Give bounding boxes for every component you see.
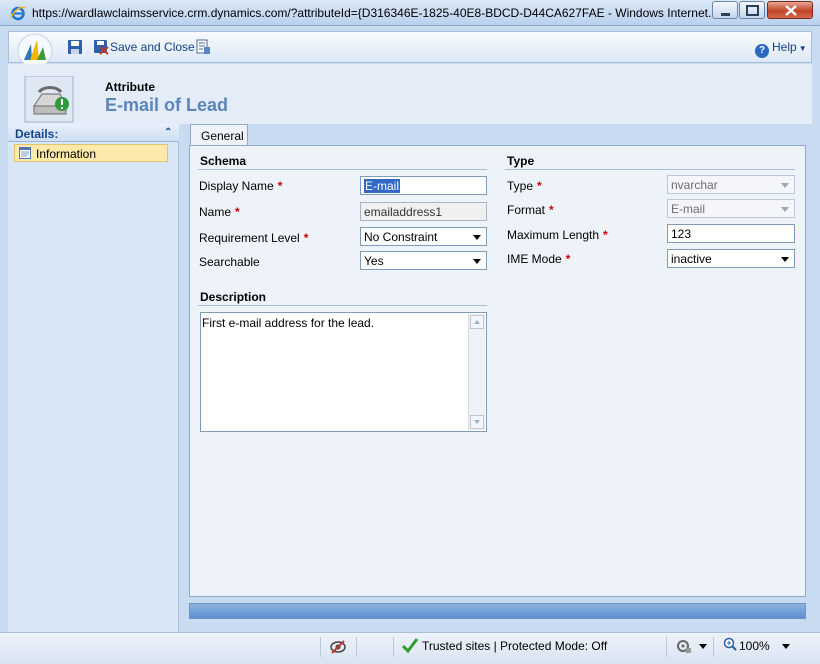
zoom-icon[interactable] [723, 637, 737, 651]
minimize-button[interactable] [712, 1, 738, 19]
display-name-label: Display Name * [199, 179, 283, 193]
close-button[interactable] [767, 1, 813, 19]
chevron-down-icon[interactable] [782, 644, 790, 649]
ime-mode-select[interactable]: inactive [667, 249, 795, 268]
chevron-down-icon [781, 183, 789, 188]
nav-section-label: Details: [15, 127, 59, 141]
statusbar-divider [320, 637, 321, 657]
requirement-level-label: Requirement Level * [199, 231, 309, 245]
minimize-icon [721, 13, 730, 16]
statusbar-divider [713, 637, 714, 657]
maximum-length-label: Maximum Length * [507, 228, 608, 242]
window-titlebar: https://wardlawclaimsservice.crm.dynamic… [0, 0, 820, 26]
record-title: E-mail of Lead [105, 95, 229, 115]
format-select: E-mail [667, 199, 795, 218]
chevron-down-icon: ▼ [798, 44, 807, 53]
command-toolbar: Save and Close ? Help ▼ [8, 31, 812, 69]
textarea-scrollbar[interactable] [468, 314, 485, 430]
type-section-divider [505, 169, 795, 170]
searchable-select[interactable]: Yes [360, 251, 487, 270]
maximize-icon [746, 5, 759, 16]
tab-general[interactable]: General [190, 124, 248, 146]
chevron-down-icon[interactable] [699, 644, 707, 649]
required-marker: * [303, 231, 309, 245]
nav-item-information[interactable]: Information [14, 144, 168, 162]
statusbar-divider [393, 637, 394, 657]
name-field: emailaddress1 [360, 202, 487, 221]
searchable-label: Searchable [199, 255, 260, 269]
attribute-entity-icon [24, 76, 74, 123]
type-select: nvarchar [667, 175, 795, 194]
chevron-down-icon [473, 259, 481, 264]
required-marker: * [565, 252, 571, 266]
required-marker: * [277, 179, 283, 193]
chevron-down-icon [781, 207, 789, 212]
required-marker: * [603, 228, 608, 242]
help-menu[interactable]: ? Help ▼ [755, 40, 807, 58]
type-section-title: Type [507, 154, 535, 168]
save-and-close-label: Save and Close [110, 40, 195, 54]
collapse-icon[interactable]: ⌃ [164, 127, 172, 138]
help-icon: ? [755, 44, 769, 58]
format-label: Format * [507, 203, 554, 217]
chevron-down-icon [781, 257, 789, 262]
requirement-level-select[interactable]: No Constraint [360, 227, 487, 246]
scroll-up-icon[interactable] [470, 315, 484, 329]
close-icon [785, 5, 797, 16]
print-preview-icon[interactable] [195, 39, 211, 55]
required-marker: * [235, 205, 240, 219]
ime-mode-label: IME Mode * [507, 252, 571, 266]
schema-section-divider [198, 169, 487, 170]
left-navigation: Details: ⌃ Information [8, 124, 179, 632]
display-name-input[interactable]: E-mail [360, 176, 487, 195]
tab-label: General [201, 129, 244, 143]
description-section-title: Description [200, 290, 267, 304]
description-textarea[interactable]: First e-mail address for the lead. [200, 312, 487, 432]
form-footer-bar [189, 603, 806, 619]
nav-item-label: Information [36, 147, 97, 161]
zoom-level[interactable]: 100% [739, 639, 770, 653]
security-zone-text[interactable]: Trusted sites | Protected Mode: Off [422, 639, 607, 653]
type-label: Type * [507, 179, 542, 193]
scroll-down-icon[interactable] [470, 415, 484, 429]
statusbar-divider [666, 637, 667, 657]
save-and-close-icon [94, 40, 109, 55]
nav-section-header[interactable]: Details: ⌃ [8, 124, 179, 142]
help-label: Help [772, 40, 797, 54]
trusted-check-icon [401, 638, 419, 654]
maximum-length-input[interactable]: 123 [667, 224, 795, 243]
name-label: Name * [199, 205, 240, 219]
maximize-button[interactable] [739, 1, 765, 19]
chevron-down-icon [473, 235, 481, 240]
required-marker: * [537, 179, 542, 193]
required-marker: * [549, 203, 554, 217]
schema-section-title: Schema [200, 154, 247, 168]
privacy-report-icon[interactable] [329, 638, 347, 656]
browser-statusbar: Trusted sites | Protected Mode: Off 100% [0, 632, 820, 664]
internet-explorer-icon [10, 6, 26, 21]
form-icon [19, 147, 31, 159]
form-header: Attribute E-mail of Lead [8, 64, 812, 124]
window-title: https://wardlawclaimsservice.crm.dynamic… [32, 6, 712, 20]
statusbar-divider [356, 637, 357, 657]
manage-add-ons-icon[interactable] [676, 638, 692, 654]
save-icon[interactable] [67, 39, 83, 55]
entity-type-label: Attribute [105, 80, 155, 94]
description-section-divider [198, 305, 487, 306]
